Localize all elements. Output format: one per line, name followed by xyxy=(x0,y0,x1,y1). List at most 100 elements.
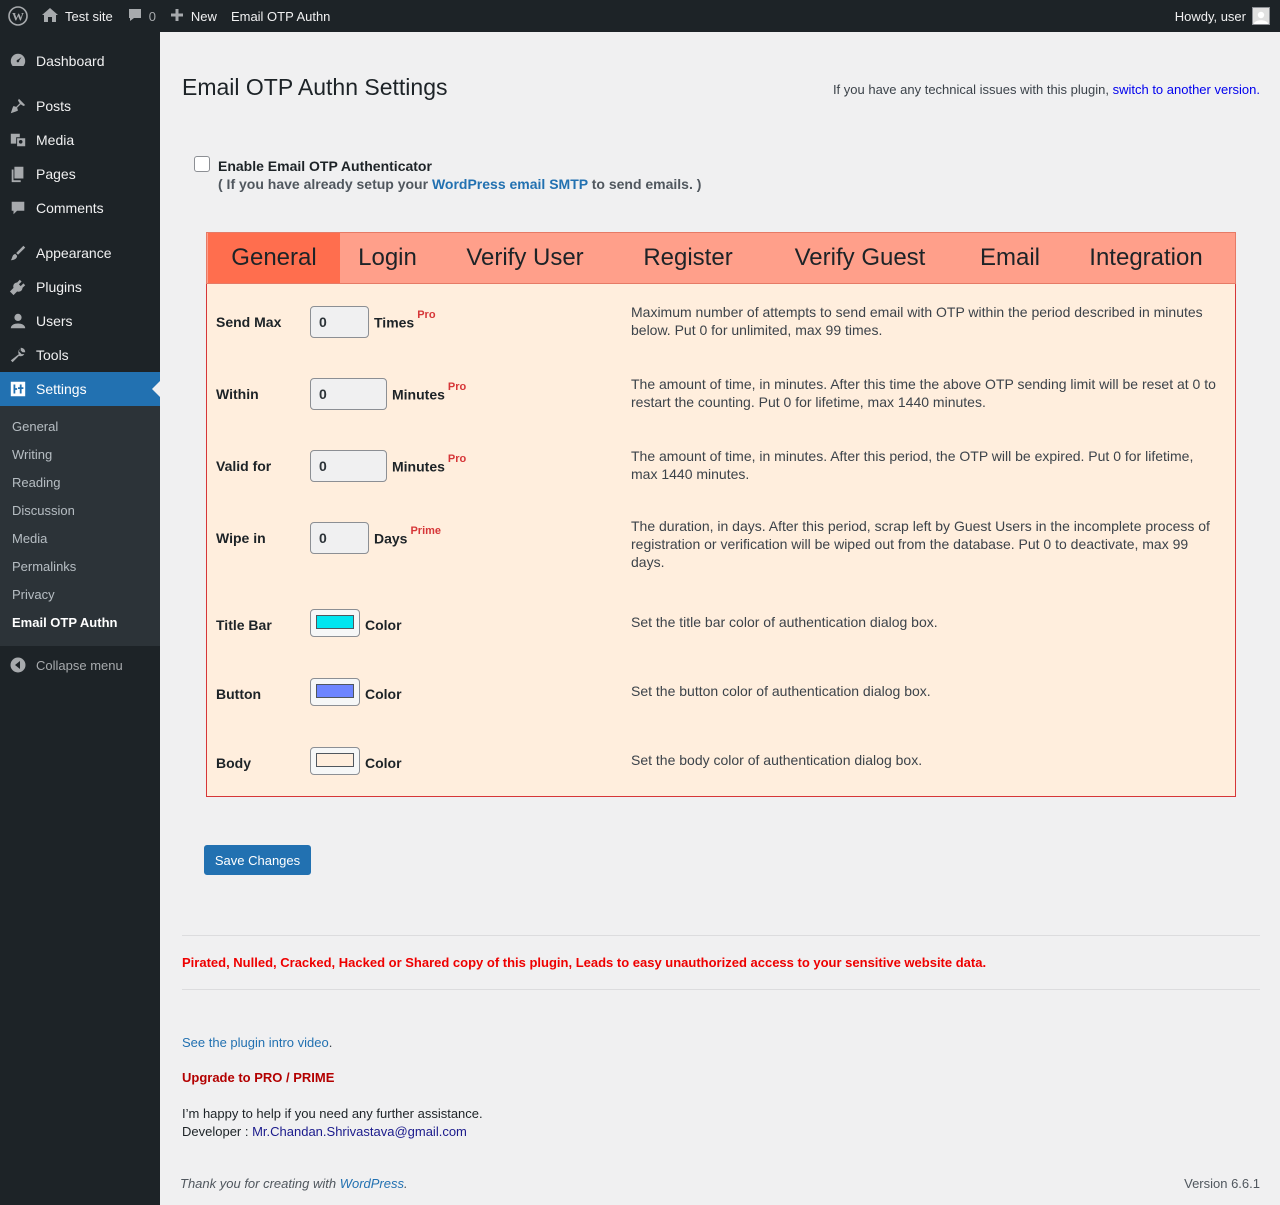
comment-icon xyxy=(0,199,36,217)
body-color-picker[interactable] xyxy=(310,747,360,775)
body-color-label: Body xyxy=(216,755,251,771)
submenu-item-discussion[interactable]: Discussion xyxy=(12,503,75,518)
account-menu[interactable]: Howdy, user xyxy=(1168,0,1280,32)
sidebar-item-posts[interactable]: Posts xyxy=(0,89,160,123)
sidebar-item-settings[interactable]: Settings xyxy=(0,372,160,406)
plugin-link[interactable]: Email OTP Authn xyxy=(224,0,337,32)
tab-verify-guest[interactable]: Verify Guest xyxy=(765,233,955,283)
wrench-icon xyxy=(0,346,36,364)
button-color-picker[interactable] xyxy=(310,678,360,706)
enable-otp-checkbox[interactable] xyxy=(194,156,210,172)
settings-tabs: General Login Verify User Register Verif… xyxy=(206,232,1236,284)
enable-otp-label[interactable]: Enable Email OTP Authenticator xyxy=(218,158,432,174)
sidebar-item-label: Appearance xyxy=(36,245,112,261)
sidebar-item-label: Dashboard xyxy=(36,53,105,69)
user-icon xyxy=(0,312,36,330)
sidebar-item-label: Posts xyxy=(36,98,72,114)
sidebar-item-users[interactable]: Users xyxy=(0,304,160,338)
enable-note-pre: ( If you have already setup your xyxy=(218,176,432,192)
main-content: Email OTP Authn Settings If you have any… xyxy=(160,32,1280,1205)
collapse-label: Collapse menu xyxy=(36,657,123,673)
sidebar-item-appearance[interactable]: Appearance xyxy=(0,236,160,270)
plus-icon xyxy=(170,8,184,25)
sidebar-item-label: Plugins xyxy=(36,279,82,295)
within-input[interactable]: 0 xyxy=(310,378,387,410)
button-color-description: Set the button color of authentication d… xyxy=(631,683,931,699)
submenu-item-permalinks[interactable]: Permalinks xyxy=(12,559,76,574)
sidebar-item-label: Media xyxy=(36,132,75,148)
collapse-icon xyxy=(0,657,36,673)
wipe-in-unit: Days Prime xyxy=(374,525,441,547)
tab-email[interactable]: Email xyxy=(955,233,1065,283)
tab-register[interactable]: Register xyxy=(611,233,765,283)
send-max-unit: Times Pro xyxy=(374,309,436,331)
thanks-period: . xyxy=(404,1176,408,1191)
sidebar-item-dashboard[interactable]: Dashboard xyxy=(0,44,160,78)
pin-icon xyxy=(0,97,36,115)
wipe-in-label: Wipe in xyxy=(216,530,266,546)
tech-note: If you have any technical issues with th… xyxy=(833,82,1260,97)
switch-version-link[interactable]: switch to another version. xyxy=(1113,82,1260,97)
howdy-label: Howdy, user xyxy=(1174,8,1246,24)
pro-badge: Pro xyxy=(447,453,467,465)
home-icon xyxy=(41,7,59,26)
divider xyxy=(182,935,1260,936)
media-icon xyxy=(0,131,36,149)
comment-icon xyxy=(127,7,143,26)
send-max-input[interactable]: 0 xyxy=(310,306,369,338)
within-unit: Minutes Pro xyxy=(392,381,466,403)
developer-label: Developer : xyxy=(182,1124,253,1139)
tab-integration[interactable]: Integration xyxy=(1065,233,1227,283)
admin-bar: W Test site 0 New Email OTP Authn Howdy,… xyxy=(0,0,1280,32)
sidebar-item-tools[interactable]: Tools xyxy=(0,338,160,372)
new-content-link[interactable]: New xyxy=(163,0,224,32)
divider xyxy=(182,989,1260,990)
sidebar-item-label: Users xyxy=(36,313,73,329)
new-label: New xyxy=(190,8,217,24)
submenu-item-privacy[interactable]: Privacy xyxy=(12,587,55,602)
sidebar-item-pages[interactable]: Pages xyxy=(0,157,160,191)
submenu-item-writing[interactable]: Writing xyxy=(12,447,52,462)
sidebar-item-label: Comments xyxy=(36,200,104,216)
button-color-unit: Color xyxy=(365,686,402,702)
developer-line: Developer : Mr.Chandan.Shrivastava@gmail… xyxy=(182,1123,483,1141)
thanks-text: Thank you for creating with xyxy=(180,1176,340,1191)
site-name-link[interactable]: Test site xyxy=(34,0,120,32)
help-line: I’m happy to help if you need any furthe… xyxy=(182,1106,483,1121)
comments-link[interactable]: 0 xyxy=(120,0,163,32)
submenu-item-email-otp-authn[interactable]: Email OTP Authn xyxy=(12,615,117,630)
body-color-unit: Color xyxy=(365,755,402,771)
settings-icon xyxy=(0,380,36,398)
svg-text:W: W xyxy=(12,10,24,24)
upgrade-link[interactable]: Upgrade to PRO / PRIME xyxy=(182,1070,334,1085)
plug-icon xyxy=(0,278,36,296)
submenu-item-general[interactable]: General xyxy=(12,419,58,434)
unit-text: Days xyxy=(374,530,408,547)
submenu-item-reading[interactable]: Reading xyxy=(12,475,60,490)
developer-email-link[interactable]: Mr.Chandan.Shrivastava@gmail.com xyxy=(252,1124,467,1139)
tab-login[interactable]: Login xyxy=(340,233,435,283)
tab-general[interactable]: General xyxy=(208,233,340,283)
wordpress-link[interactable]: WordPress xyxy=(340,1176,404,1191)
title-bar-color-picker[interactable] xyxy=(310,609,360,637)
enable-otp-note: ( If you have already setup your WordPre… xyxy=(218,176,701,192)
body-color-description: Set the body color of authentication dia… xyxy=(631,752,923,768)
pro-badge: Pro xyxy=(447,381,467,393)
submenu-item-media[interactable]: Media xyxy=(12,531,47,546)
title-bar-color-label: Title Bar xyxy=(216,617,272,633)
send-max-description: Maximum number of attempts to send email… xyxy=(631,304,1203,338)
sidebar-item-plugins[interactable]: Plugins xyxy=(0,270,160,304)
wordpress-smtp-link[interactable]: WordPress email SMTP xyxy=(432,176,588,192)
valid-for-input[interactable]: 0 xyxy=(310,450,387,482)
intro-video-link[interactable]: See the plugin intro video xyxy=(182,1035,329,1050)
tab-verify-user[interactable]: Verify User xyxy=(439,233,611,283)
sidebar-item-comments[interactable]: Comments xyxy=(0,191,160,225)
unit-text: Minutes xyxy=(392,458,445,475)
wordpress-logo-icon[interactable]: W xyxy=(2,0,34,32)
settings-submenu: General Writing Reading Discussion Media… xyxy=(0,406,160,646)
save-changes-button[interactable]: Save Changes xyxy=(204,845,311,875)
wipe-in-input[interactable]: 0 xyxy=(310,522,369,554)
sidebar-item-media[interactable]: Media xyxy=(0,123,160,157)
intro-video: See the plugin intro video. xyxy=(182,1035,332,1050)
collapse-menu-button[interactable]: Collapse menu xyxy=(0,648,160,682)
